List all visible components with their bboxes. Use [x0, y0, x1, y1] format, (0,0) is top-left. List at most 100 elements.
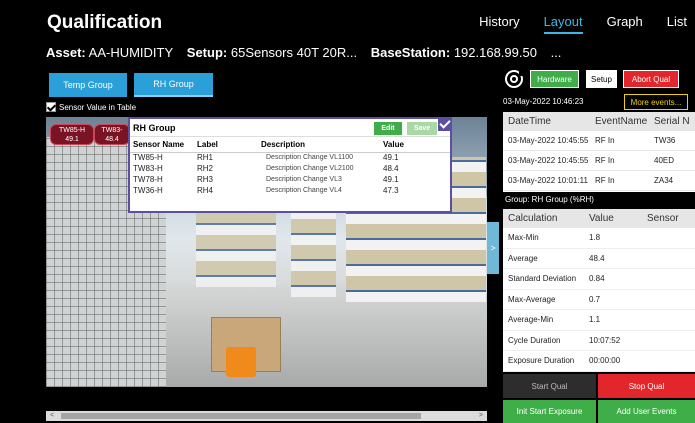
cell-calculation: Average: [508, 253, 538, 263]
table-row[interactable]: 03-May-2022 10:01:11 RF In ZA34: [503, 171, 695, 191]
hardware-button[interactable]: Hardware: [530, 70, 579, 88]
sensor-tag-name: TW85-H: [58, 127, 86, 134]
col-sensor-name: Sensor Name: [130, 137, 194, 153]
sensor-value-checkbox[interactable]: [46, 102, 56, 112]
scroll-right-icon[interactable]: >: [479, 412, 483, 419]
col-calculation: Calculation: [508, 213, 558, 224]
table-row[interactable]: 03-May-2022 10:45:55 RF In TW36: [503, 131, 695, 151]
cell-label: RH2: [197, 164, 214, 173]
cell-calculation: Standard Deviation: [508, 274, 577, 284]
top-nav: History Layout Graph List: [479, 14, 695, 34]
table-row[interactable]: TW78-H RH3 Description Change VL3 49.1: [130, 174, 450, 185]
table-row[interactable]: TW83-H RH2 Description Change VL2100 48.…: [130, 163, 450, 174]
setup-value: 65Sensors 40T 20R...: [230, 45, 358, 60]
setup-label: Setup:: [186, 45, 228, 60]
cell-eventname: RF In: [595, 156, 615, 165]
table-row: Max-Min 1.8: [503, 228, 695, 249]
start-qual-button[interactable]: Start Qual: [503, 374, 596, 398]
stats-header-row: Calculation Value Sensor: [503, 209, 695, 228]
nav-layout[interactable]: Layout: [543, 14, 583, 34]
statistics-table: Calculation Value Sensor Max-Min 1.8 Ave…: [503, 209, 695, 372]
events-header-row: DateTime EventName Serial N: [503, 112, 695, 131]
cell-label: RH4: [197, 186, 214, 195]
cell-stat-value: 1.1: [589, 315, 601, 325]
rh-sensor-table: Sensor Name Label Description Value TW85…: [130, 137, 450, 196]
cell-calculation: Max-Average: [508, 294, 556, 304]
cell-description: Description Change VL3: [266, 176, 342, 183]
sensor-value-toggle[interactable]: Sensor Value in Table: [46, 102, 136, 112]
rh-panel-title: RH Group: [133, 122, 176, 133]
cell-label: RH3: [197, 175, 214, 184]
col-stat-value: Value: [589, 213, 614, 224]
stop-qual-button[interactable]: Stop Qual: [598, 374, 695, 398]
col-serial: Serial N: [654, 116, 690, 127]
col-stat-sensor: Sensor: [647, 213, 679, 224]
abort-qual-button[interactable]: Abort Qual: [623, 70, 679, 88]
cell-datetime: 03-May-2022 10:45:55: [508, 136, 589, 145]
table-row: Standard Deviation 0.84: [503, 269, 695, 290]
table-row: Exposure Duration 00:00:00: [503, 351, 695, 372]
rh-panel-header: RH Group Edit Save: [130, 117, 452, 137]
cell-stat-value: 00:00:00: [589, 356, 621, 366]
col-value: Value: [380, 137, 450, 153]
cell-description: Description Change VL4: [266, 187, 342, 194]
add-user-events-button[interactable]: Add User Events: [598, 400, 695, 423]
table-row[interactable]: 03-May-2022 10:45:55 RF In 40ED: [503, 151, 695, 171]
table-row[interactable]: TW85-H RH1 Description Change VL1100 49.…: [130, 152, 450, 163]
nav-history[interactable]: History: [479, 14, 519, 34]
scrollbar-thumb[interactable]: [61, 413, 421, 419]
cell-calculation: Cycle Duration: [508, 335, 561, 345]
asset-label: Asset:: [46, 45, 86, 60]
cell-sensor-name: TW78-H: [133, 175, 163, 184]
col-label: Label: [194, 137, 258, 153]
cell-eventname: RF In: [595, 176, 615, 185]
rh-group-panel: RH Group Edit Save Sensor Name Label Des…: [128, 117, 452, 213]
more-events-button[interactable]: More events...: [624, 94, 688, 110]
check-icon[interactable]: [438, 117, 452, 131]
cell-serial: 40ED: [654, 156, 675, 165]
table-row: Cycle Duration 10:07:52: [503, 331, 695, 351]
cell-value: 49.1: [383, 153, 399, 163]
rh-group-button[interactable]: RH Group: [134, 73, 213, 97]
scroll-left-icon[interactable]: <: [50, 412, 54, 419]
cell-stat-value: 1.8: [589, 233, 601, 243]
cell-sensor-name: TW36-H: [133, 186, 163, 195]
asset-value: AA-HUMIDITY: [88, 45, 174, 60]
horizontal-scrollbar[interactable]: < >: [46, 411, 487, 421]
col-eventname: EventName: [595, 116, 648, 127]
nav-list[interactable]: List: [667, 14, 687, 34]
temp-group-button[interactable]: Temp Group: [49, 73, 127, 97]
col-description: Description: [258, 137, 380, 153]
expand-panel-handle[interactable]: >: [487, 222, 499, 274]
table-header-row: Sensor Name Label Description Value: [130, 137, 450, 153]
table-row: Average 48.4: [503, 249, 695, 269]
cell-calculation: Average-Min: [508, 315, 554, 325]
sensor-value-checkbox-label: Sensor Value in Table: [59, 102, 137, 112]
cell-datetime: 03-May-2022 10:45:55: [508, 156, 589, 165]
nav-graph[interactable]: Graph: [607, 14, 643, 34]
sensor-tag-tw83[interactable]: TW83- 48.4: [94, 124, 130, 145]
cell-sensor-name: TW83-H: [133, 164, 163, 173]
sensor-tag-tw85[interactable]: TW85-H 49.1: [50, 124, 94, 145]
cell-value: 49.1: [383, 175, 399, 184]
current-datetime: 03-May-2022 10:46:23: [503, 97, 584, 106]
cell-stat-value: 0.84: [589, 274, 605, 284]
cell-description: Description Change VL2100: [266, 165, 354, 172]
events-table: DateTime EventName Serial N 03-May-2022 …: [503, 112, 695, 192]
cell-serial: ZA34: [654, 176, 674, 185]
table-row: Average-Min 1.1: [503, 310, 695, 331]
col-datetime: DateTime: [508, 116, 551, 127]
init-start-exposure-button[interactable]: Init Start Exposure: [503, 400, 596, 423]
save-button[interactable]: Save: [407, 122, 437, 135]
edit-button[interactable]: Edit: [374, 122, 402, 135]
setup-button[interactable]: Setup: [586, 70, 617, 88]
table-row[interactable]: TW36-H RH4 Description Change VL4 47.3: [130, 185, 450, 196]
sensor-tag-value: 48.4: [105, 136, 119, 143]
sensor-tag-value: 49.1: [65, 136, 79, 143]
cell-datetime: 03-May-2022 10:01:11: [508, 176, 588, 185]
cell-eventname: RF In: [595, 136, 615, 145]
cell-calculation: Max-Min: [508, 233, 539, 243]
refresh-icon[interactable]: [505, 70, 524, 88]
pallet-jack: [226, 347, 256, 377]
cell-stat-value: 0.7: [589, 294, 601, 304]
